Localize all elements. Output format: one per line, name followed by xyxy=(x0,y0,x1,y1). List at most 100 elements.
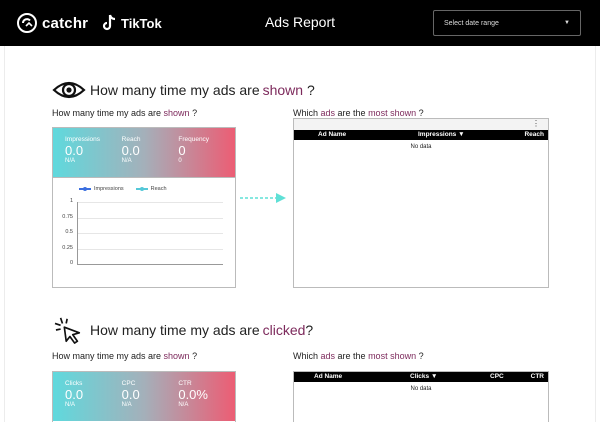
y-tick-label: 1 xyxy=(69,198,73,204)
date-range-select[interactable]: Select date range ▼ xyxy=(433,10,581,36)
kpi-label: CTR xyxy=(178,380,192,387)
section-shown-heading-accent: shown xyxy=(262,82,304,98)
section-shown-heading-pre: How many time my ads are xyxy=(90,82,260,98)
kpi-label: Clicks xyxy=(65,380,83,387)
section-clicked-heading-accent: clicked xyxy=(262,322,306,338)
gridline xyxy=(77,202,223,203)
right-sub-accent-ads: ads xyxy=(320,108,336,118)
clicked-kpi-card: Clicks 0.0 N/A CPC 0.0 N/A CTR 0.0% N/A xyxy=(52,371,236,422)
eye-icon xyxy=(52,81,86,99)
column-clicks[interactable]: Clicks ▼ xyxy=(410,373,437,380)
catchr-logo-icon xyxy=(17,13,37,33)
kpi-compare: N/A xyxy=(121,402,132,408)
x-axis xyxy=(77,264,223,265)
section-clicked-right-subtitle: Which ads are the most shown ? xyxy=(293,351,424,361)
section-shown-left-subtitle: How many time my ads are shown ? xyxy=(52,108,197,118)
section-shown-heading-post: ? xyxy=(303,82,315,98)
kpi-compare: N/A xyxy=(65,402,76,408)
right-sub-pre: Which xyxy=(293,351,321,361)
column-reach[interactable]: Reach xyxy=(524,131,544,138)
catchr-brand-text: catchr xyxy=(42,14,89,32)
chart-legend: Impressions Reach xyxy=(79,186,179,192)
kpi-compare: N/A xyxy=(65,158,76,164)
right-sub-accent-most-shown: most shown xyxy=(368,351,417,361)
right-sub-pre: Which xyxy=(293,108,321,118)
kpi-label: Impressions xyxy=(65,136,101,143)
shown-ads-table: ⋮ Ad Name Impressions ▼ Reach No data xyxy=(293,118,549,288)
legend-swatch-reach xyxy=(135,186,148,191)
kpi-frequency: Frequency 0 0 xyxy=(178,136,235,177)
shown-kpi-card: Impressions 0.0 N/A Reach 0.0 N/A Freque… xyxy=(52,127,236,288)
kpi-value: 0.0 xyxy=(65,387,84,402)
right-sub-post: ? xyxy=(416,108,424,118)
table-header: Ad Name Impressions ▼ Reach xyxy=(294,130,548,140)
gridline xyxy=(77,233,223,234)
kpi-value: 0.0 xyxy=(121,387,140,402)
left-sub-post: ? xyxy=(189,351,198,361)
shown-kpi-banner: Impressions 0.0 N/A Reach 0.0 N/A Freque… xyxy=(53,128,235,177)
kpi-reach: Reach 0.0 N/A xyxy=(122,136,179,177)
clicked-ads-table: Ad Name Clicks ▼ CPC CTR No data xyxy=(293,371,549,422)
kpi-value: 0.0 xyxy=(65,143,84,158)
legend-item-reach[interactable]: Reach xyxy=(135,186,167,192)
kpi-compare: N/A xyxy=(121,158,132,164)
y-tick-label: 0.25 xyxy=(62,244,73,251)
kpi-clicks: Clicks 0.0 N/A xyxy=(65,380,122,421)
tiktok-brand: TikTok xyxy=(102,12,162,34)
y-tick-label: 0.5 xyxy=(65,229,73,235)
section-clicked-heading: How many time my ads are clicked ? xyxy=(52,316,313,344)
right-sub-post: ? xyxy=(416,351,424,361)
table-empty-message: No data xyxy=(410,386,432,392)
section-shown-right-subtitle: Which ads are the most shown ? xyxy=(293,108,424,118)
right-sub-mid: are the xyxy=(335,351,369,361)
table-toolbar: ⋮ xyxy=(294,119,548,130)
shown-line-chart: Impressions Reach 1 0.75 0.5 0.25 0 xyxy=(53,177,235,287)
section-clicked-heading-post: ? xyxy=(305,322,314,338)
flow-arrow-icon xyxy=(240,193,286,203)
left-sub-pre: How many time my ads are xyxy=(52,351,164,361)
cursor-click-icon xyxy=(54,317,81,344)
kpi-cpc: CPC 0.0 N/A xyxy=(122,380,179,421)
kpi-compare: 0 xyxy=(178,158,182,164)
kpi-label: Reach xyxy=(121,136,141,143)
legend-item-impressions[interactable]: Impressions xyxy=(79,186,124,192)
top-bar: catchr TikTok Ads Report Select date ran… xyxy=(0,0,600,46)
kpi-label: CPC xyxy=(121,380,136,387)
left-sub-pre: How many time my ads are xyxy=(52,108,164,118)
y-tick-label: 0 xyxy=(69,260,73,266)
left-sub-accent: shown xyxy=(163,351,190,361)
gridline xyxy=(77,248,223,250)
caret-down-icon: ▼ xyxy=(564,20,570,26)
y-tick-label: 0.75 xyxy=(62,213,73,220)
right-sub-accent-most-shown: most shown xyxy=(368,108,417,118)
column-ad-name[interactable]: Ad Name xyxy=(314,373,342,380)
y-axis xyxy=(77,202,78,264)
date-range-label: Select date range xyxy=(444,19,499,27)
kpi-impressions: Impressions 0.0 N/A xyxy=(65,136,122,177)
left-sub-accent: shown xyxy=(163,108,190,118)
table-header: Ad Name Clicks ▼ CPC CTR xyxy=(294,372,548,382)
legend-label: Impressions xyxy=(94,186,124,192)
clicked-kpi-banner: Clicks 0.0 N/A CPC 0.0 N/A CTR 0.0% N/A xyxy=(53,372,235,421)
table-empty-message: No data xyxy=(410,144,432,150)
kpi-compare: N/A xyxy=(178,402,189,408)
legend-label: Reach xyxy=(150,186,167,192)
kpi-ctr: CTR 0.0% N/A xyxy=(178,380,235,421)
gridline xyxy=(77,217,223,219)
section-shown-heading: How many time my ads are shown ? xyxy=(52,76,315,104)
column-ctr[interactable]: CTR xyxy=(531,373,544,380)
section-clicked-left-subtitle: How many time my ads are shown ? xyxy=(52,351,197,361)
kpi-value: 0.0% xyxy=(178,387,208,402)
kpi-value: 0 xyxy=(178,143,186,158)
column-cpc[interactable]: CPC xyxy=(490,373,504,380)
column-impressions[interactable]: Impressions ▼ xyxy=(418,131,465,138)
right-sub-mid: are the xyxy=(335,108,369,118)
catchr-brand: catchr xyxy=(16,12,88,34)
column-ad-name[interactable]: Ad Name xyxy=(318,131,346,138)
right-sub-accent-ads: ads xyxy=(320,351,336,361)
more-options-icon[interactable]: ⋮ xyxy=(532,120,540,128)
section-clicked-heading-pre: How many time my ads are xyxy=(90,322,260,338)
kpi-value: 0.0 xyxy=(121,143,140,158)
tiktok-logo-icon xyxy=(102,14,116,31)
page-title: Ads Report xyxy=(264,14,336,30)
